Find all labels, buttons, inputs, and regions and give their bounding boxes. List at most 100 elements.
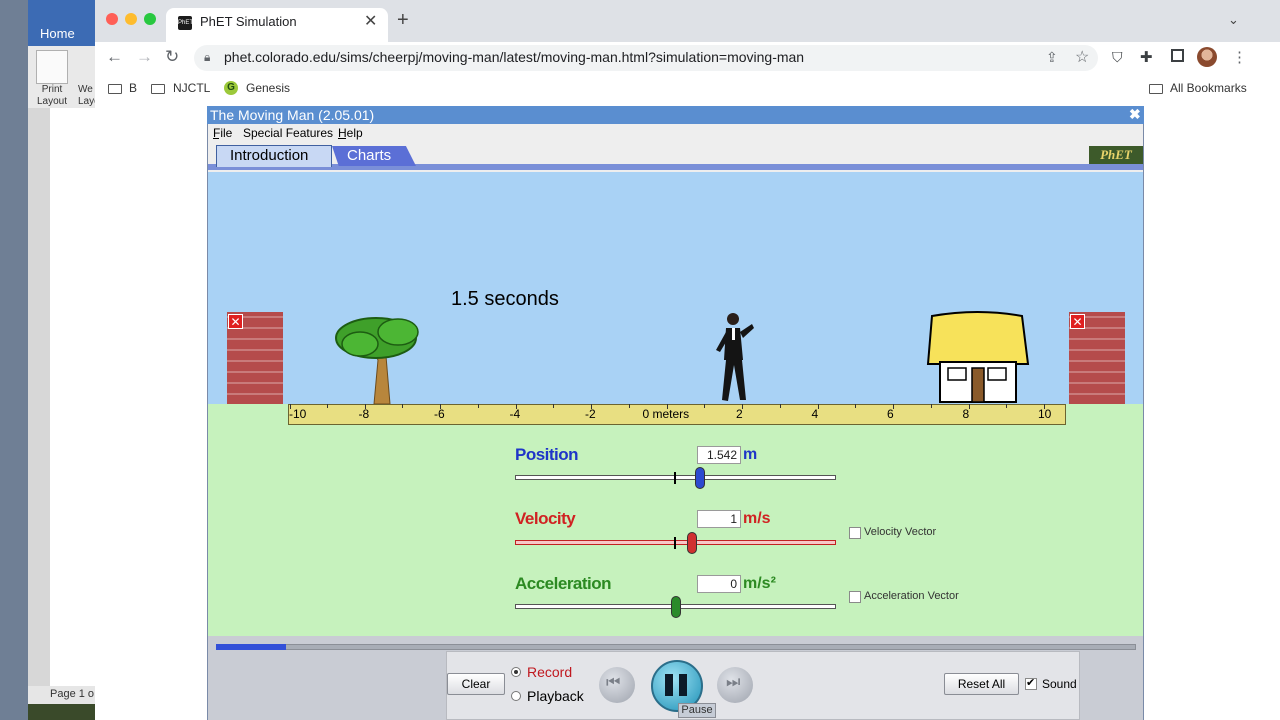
ruler-minor-tick [931,404,932,408]
ruler-tick-mark [364,404,366,409]
phet-favicon-icon: PhET [178,16,193,30]
position-value-field[interactable]: 1.542 [697,446,741,464]
step-forward-icon: ⏭ [726,674,741,691]
word-home-tab[interactable]: Home [40,26,75,41]
sim-title: The Moving Man (2.05.01) [210,107,375,123]
folder-icon [151,84,165,94]
playback-radio[interactable] [511,691,521,701]
print-layout-icon[interactable] [36,50,68,84]
ruler-tick-label: 10 [1038,407,1052,421]
bookmark-njctl[interactable]: NJCTL [173,81,210,95]
ruler-tick-label: -4 [509,407,521,421]
ruler-tick-mark [742,404,743,409]
ruler-minor-tick [402,404,403,408]
velocity-value-field[interactable]: 1 [697,510,741,528]
side-panel-icon[interactable] [1171,49,1184,62]
velocity-vector-label: Velocity Vector [864,526,937,538]
acceleration-slider-knob[interactable] [671,596,681,618]
ruler-tick-mark [591,404,592,409]
velocity-zero-mark [674,537,676,549]
acceleration-vector-checkbox[interactable] [849,591,861,603]
ruler-tick-label: -6 [434,407,445,421]
new-tab-icon[interactable]: + [397,9,409,32]
ruler-minor-tick [780,404,781,408]
ruler-tick-label: -8 [358,407,370,421]
velocity-vector-checkbox[interactable] [849,527,861,539]
velocity-unit: m/s [743,510,771,527]
tab-close-icon[interactable]: ✕ [364,11,377,31]
ruler-tick-label: 4 [811,407,819,421]
sim-close-icon[interactable]: ✖ [1129,106,1141,123]
sound-label: Sound [1042,677,1077,691]
ruler-tick-mark [968,404,970,409]
ruler-tick-label: 2 [736,407,743,421]
forward-arrow-icon[interactable]: → [136,47,153,67]
ruler-minor-tick [327,404,328,408]
menu-special-features[interactable]: Special Features [243,126,333,140]
extensions-puzzle-icon[interactable]: ✚ [1140,48,1153,66]
folder-icon [1149,84,1163,94]
position-unit: m [743,446,758,463]
pause-icon-bar-right [679,674,687,696]
playback-progress-fill [216,644,286,650]
all-bookmarks[interactable]: All Bookmarks [1170,81,1247,95]
profile-avatar[interactable] [1197,47,1217,67]
ruler-tick-mark [817,404,819,409]
reload-icon[interactable]: ↻ [165,47,179,67]
folder-icon [108,84,122,94]
print-layout-label: Print Layout [36,84,68,107]
ruler-tick-label: -2 [585,407,596,421]
velocity-label: Velocity [515,509,576,528]
phet-logo: PhET [1089,146,1143,164]
reset-all-button[interactable]: Reset All [944,673,1019,695]
acceleration-value-field[interactable]: 0 [697,575,741,593]
bookmark-b[interactable]: B [129,81,137,95]
ruler-tick-label: -10 [289,407,307,421]
back-arrow-icon[interactable]: ← [106,47,123,67]
help-mnemonic-underline [338,138,346,139]
bookmark-star-icon[interactable]: ☆ [1075,47,1089,67]
file-mnemonic-underline [213,138,219,139]
right-wall-remove-icon[interactable]: ✕ [1070,314,1085,329]
ruler-tick-mark [440,404,441,409]
house-icon [926,311,1030,403]
close-window-button[interactable] [106,13,118,25]
velocity-slider-knob[interactable] [687,532,697,554]
genesis-logo-icon: G [224,81,238,95]
left-wall-remove-icon[interactable]: ✕ [228,314,243,329]
bookmark-genesis[interactable]: Genesis [246,81,290,95]
ruler-minor-tick [1006,404,1007,408]
acceleration-vector-label: Acceleration Vector [864,590,959,602]
lock-icon[interactable]: 🔒︎ [204,50,210,65]
ruler-minor-tick [704,404,705,408]
browser-menu-icon[interactable]: ⋮ [1232,48,1247,66]
desktop-strip [28,704,100,720]
word-status-bar: Page 1 o [28,686,100,704]
acceleration-unit: m/s² [743,575,776,592]
playback-progress-track[interactable] [216,644,1136,650]
tab-search-chevron-icon[interactable]: ⌄ [1228,12,1239,28]
position-label: Position [515,445,579,464]
sound-check-mark-icon: ✔ [1026,677,1036,689]
minimize-window-button[interactable] [125,13,137,25]
tree-icon [335,317,419,405]
record-label: Record [527,664,573,680]
url-text[interactable]: phet.colorado.edu/sims/cheerpj/moving-ma… [224,49,804,65]
word-page [50,108,100,686]
position-slider-knob[interactable] [695,467,705,489]
rewind-icon: ⏮ [606,674,621,691]
ruler-tick-mark [290,404,291,409]
extension-shield-icon[interactable]: ⛉ [1112,49,1123,66]
pause-icon-bar-left [665,674,673,696]
zoom-window-button[interactable] [144,13,156,25]
tab-title: PhET Simulation [200,14,297,29]
acceleration-label: Acceleration [515,574,612,593]
moving-man-figure[interactable] [710,310,760,406]
ruler-tick-label: 6 [887,407,894,421]
ruler-tick-mark [666,404,668,409]
web-layout-label: We Layo [78,84,96,107]
ruler-tick-mark [893,404,894,409]
record-radio[interactable] [511,667,521,677]
clear-button[interactable]: Clear [447,673,505,695]
share-icon[interactable]: ⇪ [1046,49,1058,66]
